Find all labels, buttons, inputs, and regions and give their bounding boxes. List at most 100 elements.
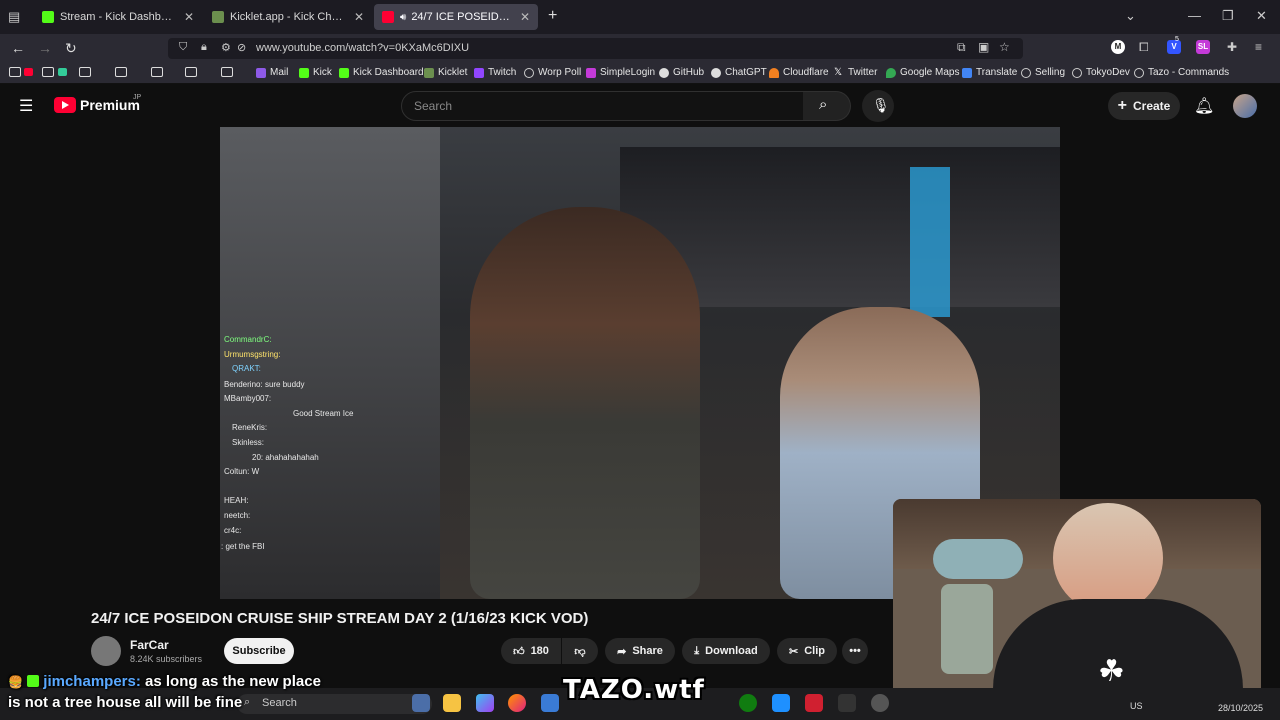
bookmark-github[interactable]: GitHub <box>659 67 704 78</box>
bookmark-simplelogin[interactable]: SimpleLogin <box>586 67 655 78</box>
channel-name[interactable]: FarCar <box>130 638 169 652</box>
close-tab-icon[interactable]: ✕ <box>520 10 530 24</box>
m-extension-icon[interactable]: M <box>1111 40 1125 54</box>
youtube-logo-icon[interactable] <box>54 97 76 113</box>
bookmark-cloudflare[interactable]: Cloudflare <box>769 67 829 78</box>
minimize-icon[interactable]: — <box>1188 8 1201 23</box>
extensions-puzzle-icon[interactable]: ⧠ <box>1139 40 1149 55</box>
folder-icon[interactable] <box>151 67 163 77</box>
extension-puzzle-icon[interactable]: ✚ <box>1227 40 1237 54</box>
hamburger-menu-icon[interactable]: ☰ <box>19 96 33 116</box>
folder-icon[interactable] <box>185 67 197 77</box>
search-icon[interactable]: ⌕ <box>244 696 250 709</box>
reader-icon[interactable]: ▣ <box>978 40 989 54</box>
clip-button[interactable]: ✂ Clip <box>777 638 837 664</box>
app-icon[interactable] <box>772 694 790 712</box>
shield-icon[interactable]: ⛉ <box>179 41 187 54</box>
globe-icon <box>524 67 534 78</box>
bookmark-kick[interactable]: Kick <box>299 67 332 78</box>
share-button[interactable]: ➦ Share <box>605 638 675 664</box>
close-tab-icon[interactable]: ✕ <box>354 10 364 24</box>
task-view-icon[interactable] <box>412 694 430 712</box>
bookmark-mail[interactable]: Mail <box>256 67 288 78</box>
simplelogin-extension-icon[interactable]: SL <box>1196 40 1210 54</box>
tab-kick-dashboard[interactable]: Stream - Kick Dashboard ✕ <box>34 4 202 30</box>
video-chat-line: : get the FBI <box>221 542 265 551</box>
green-bookmark-icon[interactable] <box>58 68 67 76</box>
back-icon[interactable]: ← <box>11 40 25 56</box>
folder-icon[interactable] <box>42 67 54 77</box>
camera-block-icon[interactable]: ⊘ <box>237 41 246 54</box>
maximize-icon[interactable]: ❐ <box>1222 8 1234 24</box>
more-actions-button[interactable]: ••• <box>842 638 868 664</box>
folder-icon[interactable] <box>221 67 233 77</box>
bookmark-chatgpt[interactable]: ChatGPT <box>711 67 767 78</box>
channel-avatar[interactable] <box>91 636 121 666</box>
lock-icon[interactable]: 🔒︎ <box>201 41 207 54</box>
folder-icon[interactable] <box>115 67 127 77</box>
forward-icon[interactable]: → <box>38 40 52 56</box>
new-tab-icon[interactable]: + <box>548 7 557 25</box>
video-chat-line: Skinless: <box>232 438 265 447</box>
taskbar-search-input[interactable]: Search <box>262 697 297 709</box>
like-button[interactable]: 👍︎ 180 <box>501 638 561 664</box>
search-icon[interactable]: ⌕ <box>819 96 827 113</box>
youtube-favicon-icon <box>382 11 394 23</box>
screenshot-icon[interactable]: ⧉ <box>957 40 966 55</box>
bookmark-kicklet[interactable]: Kicklet <box>424 67 467 78</box>
cloudflare-icon <box>769 67 779 78</box>
bookmark-tokyodev[interactable]: TokyoDev <box>1072 67 1130 78</box>
copilot-icon[interactable] <box>476 694 494 712</box>
search-input[interactable]: Search <box>414 99 452 113</box>
bookmark-translate[interactable]: Translate <box>962 67 1017 78</box>
folder-icon[interactable] <box>9 67 21 77</box>
translate-icon <box>962 67 972 78</box>
folder-icon[interactable] <box>79 67 91 77</box>
search-box[interactable] <box>401 91 804 121</box>
close-tab-icon[interactable]: ✕ <box>184 10 194 24</box>
notifications-bell-icon[interactable]: 🔔︎ <box>1194 96 1214 116</box>
bookmark-kick-dashboard[interactable]: Kick Dashboard <box>339 67 424 78</box>
bookmark-twitch[interactable]: Twitch <box>474 67 516 78</box>
xbox-icon[interactable] <box>739 694 757 712</box>
youtube-bookmark-icon[interactable] <box>24 68 33 76</box>
tab-kicklet[interactable]: Kicklet.app - Kick Chatbot and ✕ <box>204 4 372 30</box>
download-button[interactable]: ⤓ Download <box>682 638 770 664</box>
video-chat-line: 20: ahahahahahah <box>252 453 319 462</box>
region-code: JP <box>133 94 142 101</box>
epic-games-icon[interactable] <box>838 694 856 712</box>
bookmark-worp-poll[interactable]: Worp Poll <box>524 67 581 78</box>
dislike-button[interactable]: 👎︎ <box>562 638 598 664</box>
youtube-premium-label[interactable]: Premium <box>80 97 140 113</box>
create-button[interactable]: + Create <box>1108 92 1180 120</box>
microphone-icon[interactable]: 🎙︎ <box>872 97 890 114</box>
app-icon[interactable] <box>805 694 823 712</box>
store-icon[interactable] <box>541 694 559 712</box>
bookmark-star-icon[interactable]: ☆ <box>999 40 1010 54</box>
bookmark-tazo-commands[interactable]: Tazo - Commands <box>1134 67 1229 78</box>
thumbs-up-icon: 👍︎ <box>513 645 525 658</box>
bookmark-google-maps[interactable]: Google Maps <box>886 67 959 78</box>
app-icon[interactable] <box>871 694 889 712</box>
permissions-icon[interactable]: ⚙ <box>221 41 231 54</box>
reload-icon[interactable]: ↻ <box>65 40 77 57</box>
menu-icon[interactable]: ≡ <box>1255 40 1262 54</box>
speaker-icon[interactable]: 🔊︎ <box>400 12 406 23</box>
tab-youtube-video[interactable]: 🔊︎ 24/7 ICE POSEIDON CRUISE ✕ <box>374 4 538 30</box>
file-explorer-icon[interactable] <box>443 694 461 712</box>
overlay-chat-message: 🍔 jimchampers: as long as the new place <box>8 673 321 690</box>
chatgpt-icon <box>711 67 721 78</box>
bookmark-selling[interactable]: Selling <box>1021 67 1065 78</box>
close-window-icon[interactable]: ✕ <box>1256 8 1267 24</box>
avatar[interactable] <box>1233 94 1257 118</box>
firefox-icon[interactable] <box>508 694 526 712</box>
subscribe-button[interactable]: Subscribe <box>224 638 294 664</box>
language-indicator[interactable]: US <box>1130 701 1143 711</box>
video-title: 24/7 ICE POSEIDON CRUISE SHIP STREAM DAY… <box>91 610 589 627</box>
tab-list-icon[interactable]: ▤ <box>8 9 20 25</box>
taskbar-date[interactable]: 28/10/2025 <box>1218 703 1263 713</box>
tab-overflow-chevron-icon[interactable]: ⌄ <box>1125 8 1136 24</box>
bookmark-twitter[interactable]: 𝕏 Twitter <box>834 67 877 78</box>
mail-icon <box>256 67 266 78</box>
url-text[interactable]: www.youtube.com/watch?v=0KXaMc6DIXU <box>256 42 469 54</box>
